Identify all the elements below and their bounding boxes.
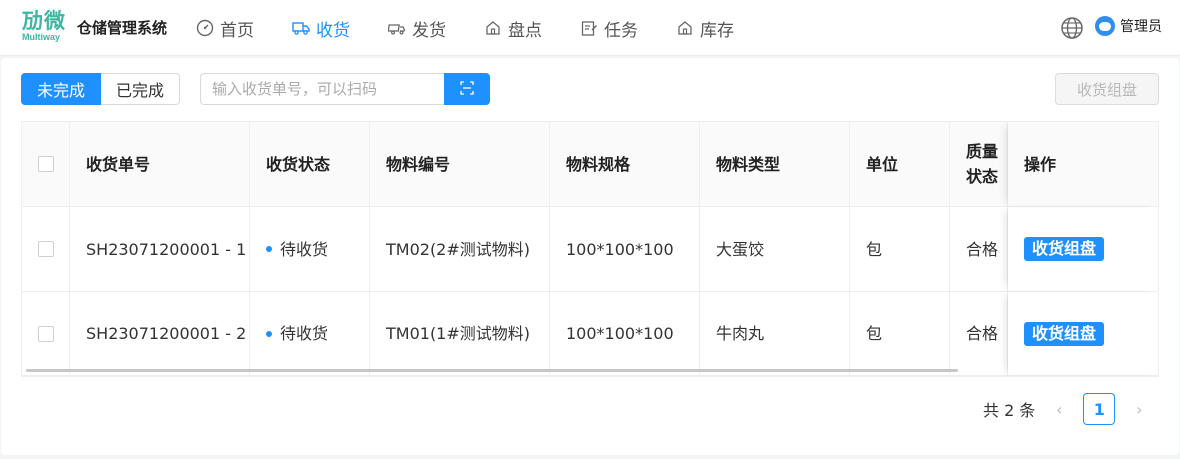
action-cell: 收货组盘 [1008,292,1158,375]
column-header: 质量状态 [950,122,1008,206]
top-navigation-bar: 劢微 Multiway 仓储管理系统 首页 收货 发货 盘点 任务 库存 管理员 [0,0,1180,56]
avatar [1095,16,1115,36]
column-header: 操作 [1008,122,1158,206]
order-number: SH23071200001 - 2 [70,292,250,375]
main-nav: 首页 收货 发货 盘点 任务 库存 [196,0,772,56]
nav-label: 发货 [412,20,446,41]
combine-pallet-button[interactable]: 收货组盘 [1055,73,1159,105]
tab-incomplete[interactable]: 未完成 [21,73,102,105]
order-number: SH23071200001 - 1 [70,207,250,291]
status-dot [266,246,272,252]
row-checkbox[interactable] [38,241,54,257]
truck-icon [292,19,310,37]
nav-item-home[interactable]: 首页 [196,0,254,56]
brand-logo: 劢微 Multiway [22,8,70,48]
scan-icon [460,80,474,99]
combine-pallet-row-button[interactable]: 收货组盘 [1024,321,1105,346]
column-header: 单位 [850,122,950,206]
nav-item-shipping[interactable]: 发货 [388,0,446,56]
table-header: 收货单号 收货状态 物料编号 物料规格 物料类型 单位 质量状态 操作 [22,122,1158,207]
receiving-panel: 未完成 已完成 收货组盘 收货单号 收货状态 物料编号 物料规格 物料类型 单位… [1,58,1179,455]
table-row: SH23071200001 - 2 待收货 TM01(1#测试物料) 100*1… [22,292,1158,376]
column-header: 物料规格 [550,122,700,206]
nav-item-receiving[interactable]: 收货 [292,0,350,56]
app-title: 仓储管理系统 [77,19,168,37]
dashboard-icon [196,19,214,37]
globe-icon[interactable] [1060,16,1084,40]
nav-item-inventory[interactable]: 库存 [676,0,734,56]
table-row: SH23071200001 - 1 待收货 TM02(2#测试物料) 100*1… [22,207,1158,292]
home-icon [676,19,694,37]
prev-page-icon[interactable]: ‹ [1049,400,1069,419]
unit: 包 [850,207,950,291]
total-count: 共 2 条 [983,401,1036,420]
page-number[interactable]: 1 [1083,393,1116,425]
nav-label: 任务 [604,20,638,41]
material-spec: 100*100*100 [550,292,700,375]
receiving-table: 收货单号 收货状态 物料编号 物料规格 物料类型 单位 质量状态 操作 SH23… [21,121,1159,377]
quality-status: 合格 [950,292,1008,375]
row-checkbox-cell [22,292,70,375]
action-cell: 收货组盘 [1008,207,1158,291]
user-menu[interactable]: 管理员 [1095,16,1162,36]
row-checkbox-cell [22,207,70,291]
status-cell: 待收货 [250,207,370,291]
combine-pallet-row-button[interactable]: 收货组盘 [1024,237,1105,261]
pagination: 共 2 条 ‹ 1 › [983,393,1149,425]
shipping-icon [388,19,406,37]
material-code: TM02(2#测试物料) [370,207,550,291]
tab-complete[interactable]: 已完成 [101,73,181,105]
quality-status: 合格 [950,207,1008,291]
search-input[interactable] [200,73,444,105]
status-text: 待收货 [280,239,329,259]
column-header: 收货状态 [250,122,370,206]
material-spec: 100*100*100 [550,207,700,291]
material-type: 大蛋饺 [700,207,850,291]
nav-label: 库存 [700,20,734,41]
horizontal-scrollbar[interactable] [26,369,958,372]
column-header: 物料编号 [370,122,550,206]
column-header: 物料类型 [700,122,850,206]
nav-label: 首页 [220,20,254,41]
status-cell: 待收货 [250,292,370,375]
edit-icon [580,19,598,37]
unit: 包 [850,292,950,375]
nav-label: 收货 [316,20,350,41]
home-icon [484,19,502,37]
header-checkbox-cell [22,122,70,206]
status-text: 待收货 [280,324,329,343]
status-tabs: 未完成 已完成 [21,73,181,105]
search-box [200,73,490,105]
nav-item-tasks[interactable]: 任务 [580,0,638,56]
status-dot [266,330,272,337]
nav-label: 盘点 [508,20,542,41]
logo-text: 劢微 [22,9,66,33]
next-page-icon[interactable]: › [1129,400,1149,419]
material-code: TM01(1#测试物料) [370,292,550,375]
nav-item-stocktake[interactable]: 盘点 [484,0,542,56]
scan-button[interactable] [444,73,490,105]
user-name: 管理员 [1120,19,1162,35]
select-all-checkbox[interactable] [38,156,54,172]
row-checkbox[interactable] [38,325,54,342]
column-header: 收货单号 [70,122,250,206]
material-type: 牛肉丸 [700,292,850,375]
